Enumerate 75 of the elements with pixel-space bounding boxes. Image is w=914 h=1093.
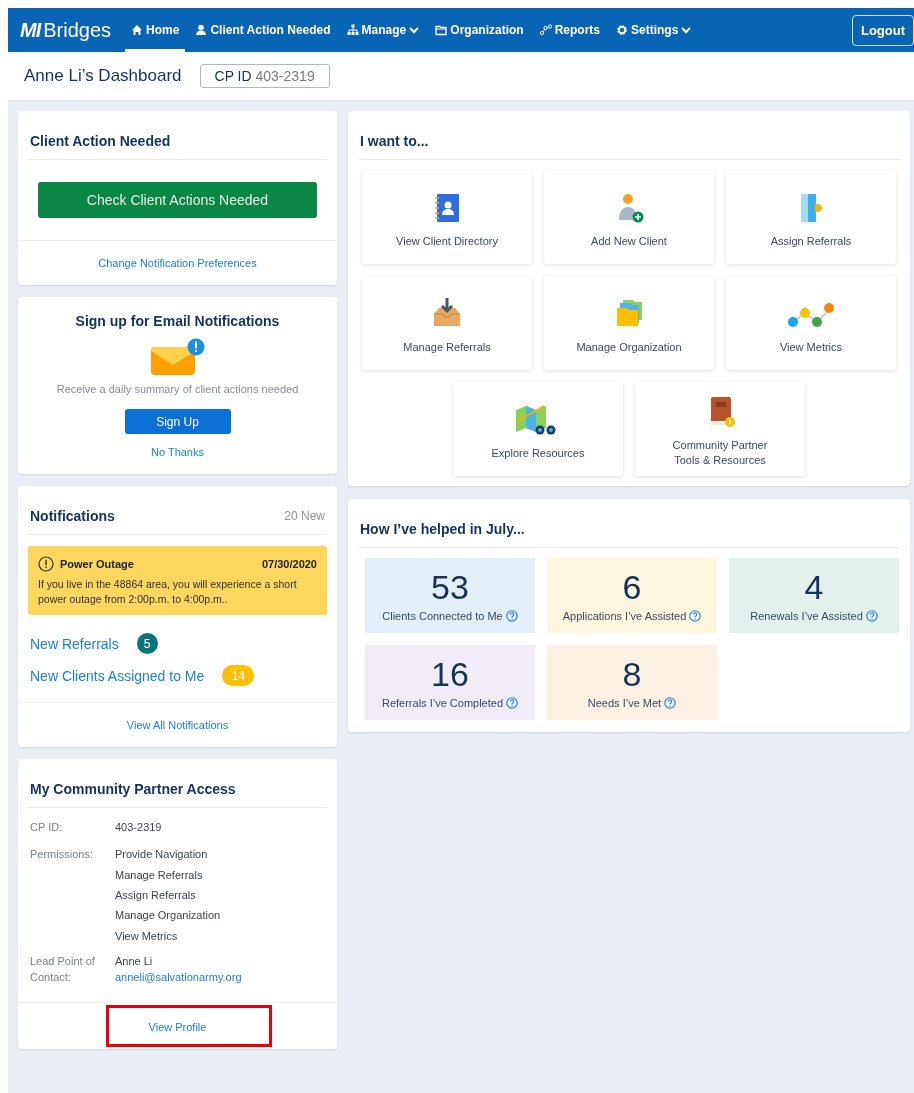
chevron-down-icon xyxy=(681,26,692,34)
action-tile[interactable]: Add New Client xyxy=(544,170,714,264)
action-tile[interactable]: Explore Resources xyxy=(453,382,623,476)
action-tile[interactable]: Manage Organization xyxy=(544,276,714,370)
action-tile[interactable]: Community Partner Tools & Resources xyxy=(635,382,805,476)
envelope-icon xyxy=(148,337,207,377)
field-value: Assign Referrals xyxy=(115,887,197,903)
brand-logo[interactable]: MIBridges xyxy=(20,18,112,42)
logout-button[interactable]: Logout xyxy=(851,14,914,46)
help-icon xyxy=(506,697,519,710)
field-value: Manage Referrals xyxy=(115,867,204,882)
alert-text: If you live in the 48864 area, you will experience a short power outage from 2:00p.m. to 4:00p.m.. xyxy=(38,577,298,607)
field-label: Lead Point of Contact: xyxy=(30,953,96,985)
chart-icon xyxy=(539,24,552,36)
action-tile[interactable]: View Metrics xyxy=(726,276,896,370)
stat-label: Clients Connected to Me xyxy=(382,610,503,623)
card-title: Sign up for Email Notifications xyxy=(75,313,280,329)
stat-label: Applications I’ve Assisted xyxy=(562,610,687,623)
stat-value: 4 xyxy=(804,568,824,607)
help-icon xyxy=(689,610,702,623)
check-actions-button[interactable]: Check Client Actions Needed xyxy=(38,182,317,218)
field-value: View Metrics xyxy=(115,928,179,943)
stat-label: Needs I’ve Met xyxy=(587,697,662,710)
nav-tab[interactable]: Client Action Needed xyxy=(189,8,337,52)
view-profile-link[interactable]: View Profile xyxy=(148,1020,207,1033)
card-title: Client Action Needed xyxy=(30,133,171,149)
nav-tab[interactable]: Reports xyxy=(533,8,606,52)
card-title: My Community Partner Access xyxy=(30,781,236,798)
field-value: Provide Navigation xyxy=(115,847,209,862)
help-icon xyxy=(865,610,878,623)
home-icon xyxy=(131,24,144,36)
stat-value: 16 xyxy=(431,655,469,694)
stat-value: 6 xyxy=(622,568,642,607)
field-value: 403-2319 xyxy=(115,820,163,835)
nav-tab[interactable]: Settings xyxy=(610,8,698,52)
notification-link[interactable]: New Clients Assigned to Me xyxy=(30,667,205,684)
sign-up-button[interactable]: Sign Up xyxy=(124,409,231,434)
cp-id-badge: CP ID 403-2319 xyxy=(199,64,330,88)
count-badge: 14 xyxy=(222,665,255,687)
alert-title: Power Outage xyxy=(60,558,135,570)
field-label: Permissions: xyxy=(30,847,94,863)
signup-description: Receive a daily summary of client actions needed xyxy=(56,383,299,395)
card-title: How I’ve helped in July... xyxy=(360,521,525,537)
gear-icon xyxy=(616,24,628,36)
view-all-link[interactable]: View All Notifications xyxy=(126,719,229,732)
nav-tab[interactable]: Organization xyxy=(429,8,530,52)
field-value: Anne Li xyxy=(115,953,154,969)
field-label: CP ID: xyxy=(30,820,64,836)
stat-label: Renewals I’ve Assisted xyxy=(750,610,863,623)
field-value: Manage Organization xyxy=(115,908,222,923)
nav-tab[interactable]: Manage xyxy=(340,8,426,52)
stat-value: 8 xyxy=(622,655,642,694)
help-icon xyxy=(505,610,518,623)
alert-date: 07/30/2020 xyxy=(261,558,317,570)
stat-value: 53 xyxy=(431,568,469,607)
hierarchy-icon xyxy=(346,24,359,36)
preferences-link[interactable]: Change Notification Preferences xyxy=(98,257,257,269)
card-title: Notifications xyxy=(30,508,115,524)
person-icon xyxy=(195,24,208,36)
warning-icon xyxy=(38,556,54,572)
nav-tab[interactable]: Home xyxy=(125,8,186,52)
count-badge: 5 xyxy=(136,633,158,655)
action-tile[interactable]: View Client Directory xyxy=(362,170,532,264)
stat-label: Referrals I’ve Completed xyxy=(381,697,504,710)
action-tile[interactable]: Manage Referrals xyxy=(362,276,532,370)
chevron-down-icon xyxy=(409,26,420,34)
notification-link[interactable]: New Referrals xyxy=(30,635,119,652)
help-icon xyxy=(664,697,677,710)
no-thanks-link[interactable]: No Thanks xyxy=(151,446,204,458)
card-title: I want to... xyxy=(360,133,429,149)
folder-icon xyxy=(435,24,448,36)
email-link[interactable]: anneli@salvationarmy.org xyxy=(115,971,325,984)
notification-count: 20 New xyxy=(284,509,325,523)
action-tile[interactable]: Assign Referrals xyxy=(726,170,896,264)
page-title: Anne Li’s Dashboard xyxy=(24,66,182,86)
